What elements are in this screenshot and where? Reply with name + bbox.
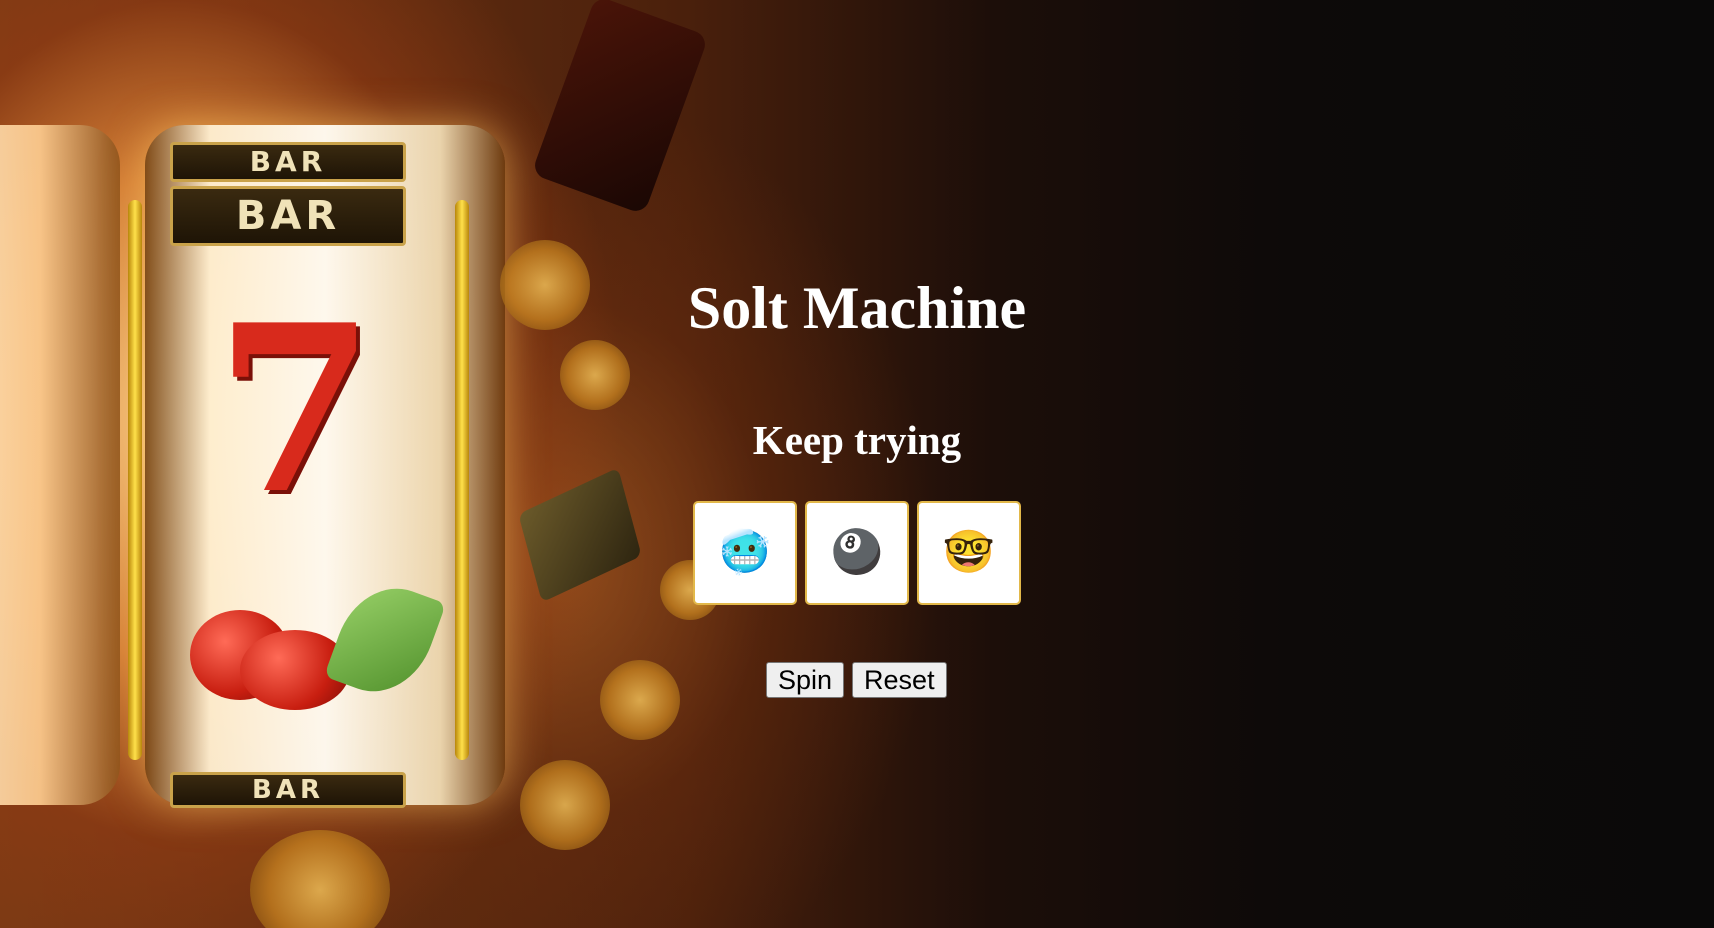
reset-button[interactable]: Reset <box>852 662 947 698</box>
slot-3: 🤓 <box>917 501 1021 605</box>
slot-reels: 🥶 🎱 🤓 <box>693 501 1021 605</box>
nerd-face-icon: 🤓 <box>942 530 996 576</box>
slot-2: 🎱 <box>805 501 909 605</box>
pool-8-ball-icon: 🎱 <box>830 530 884 576</box>
controls: Spin Reset <box>766 662 947 698</box>
slot-machine-app: Solt Machine Keep trying 🥶 🎱 🤓 Spin Rese… <box>0 0 1714 928</box>
slot-1: 🥶 <box>693 501 797 605</box>
page-title: Solt Machine <box>687 275 1027 341</box>
status-message: Keep trying <box>752 417 962 463</box>
spin-button[interactable]: Spin <box>766 662 845 698</box>
cold-face-icon: 🥶 <box>718 530 772 576</box>
